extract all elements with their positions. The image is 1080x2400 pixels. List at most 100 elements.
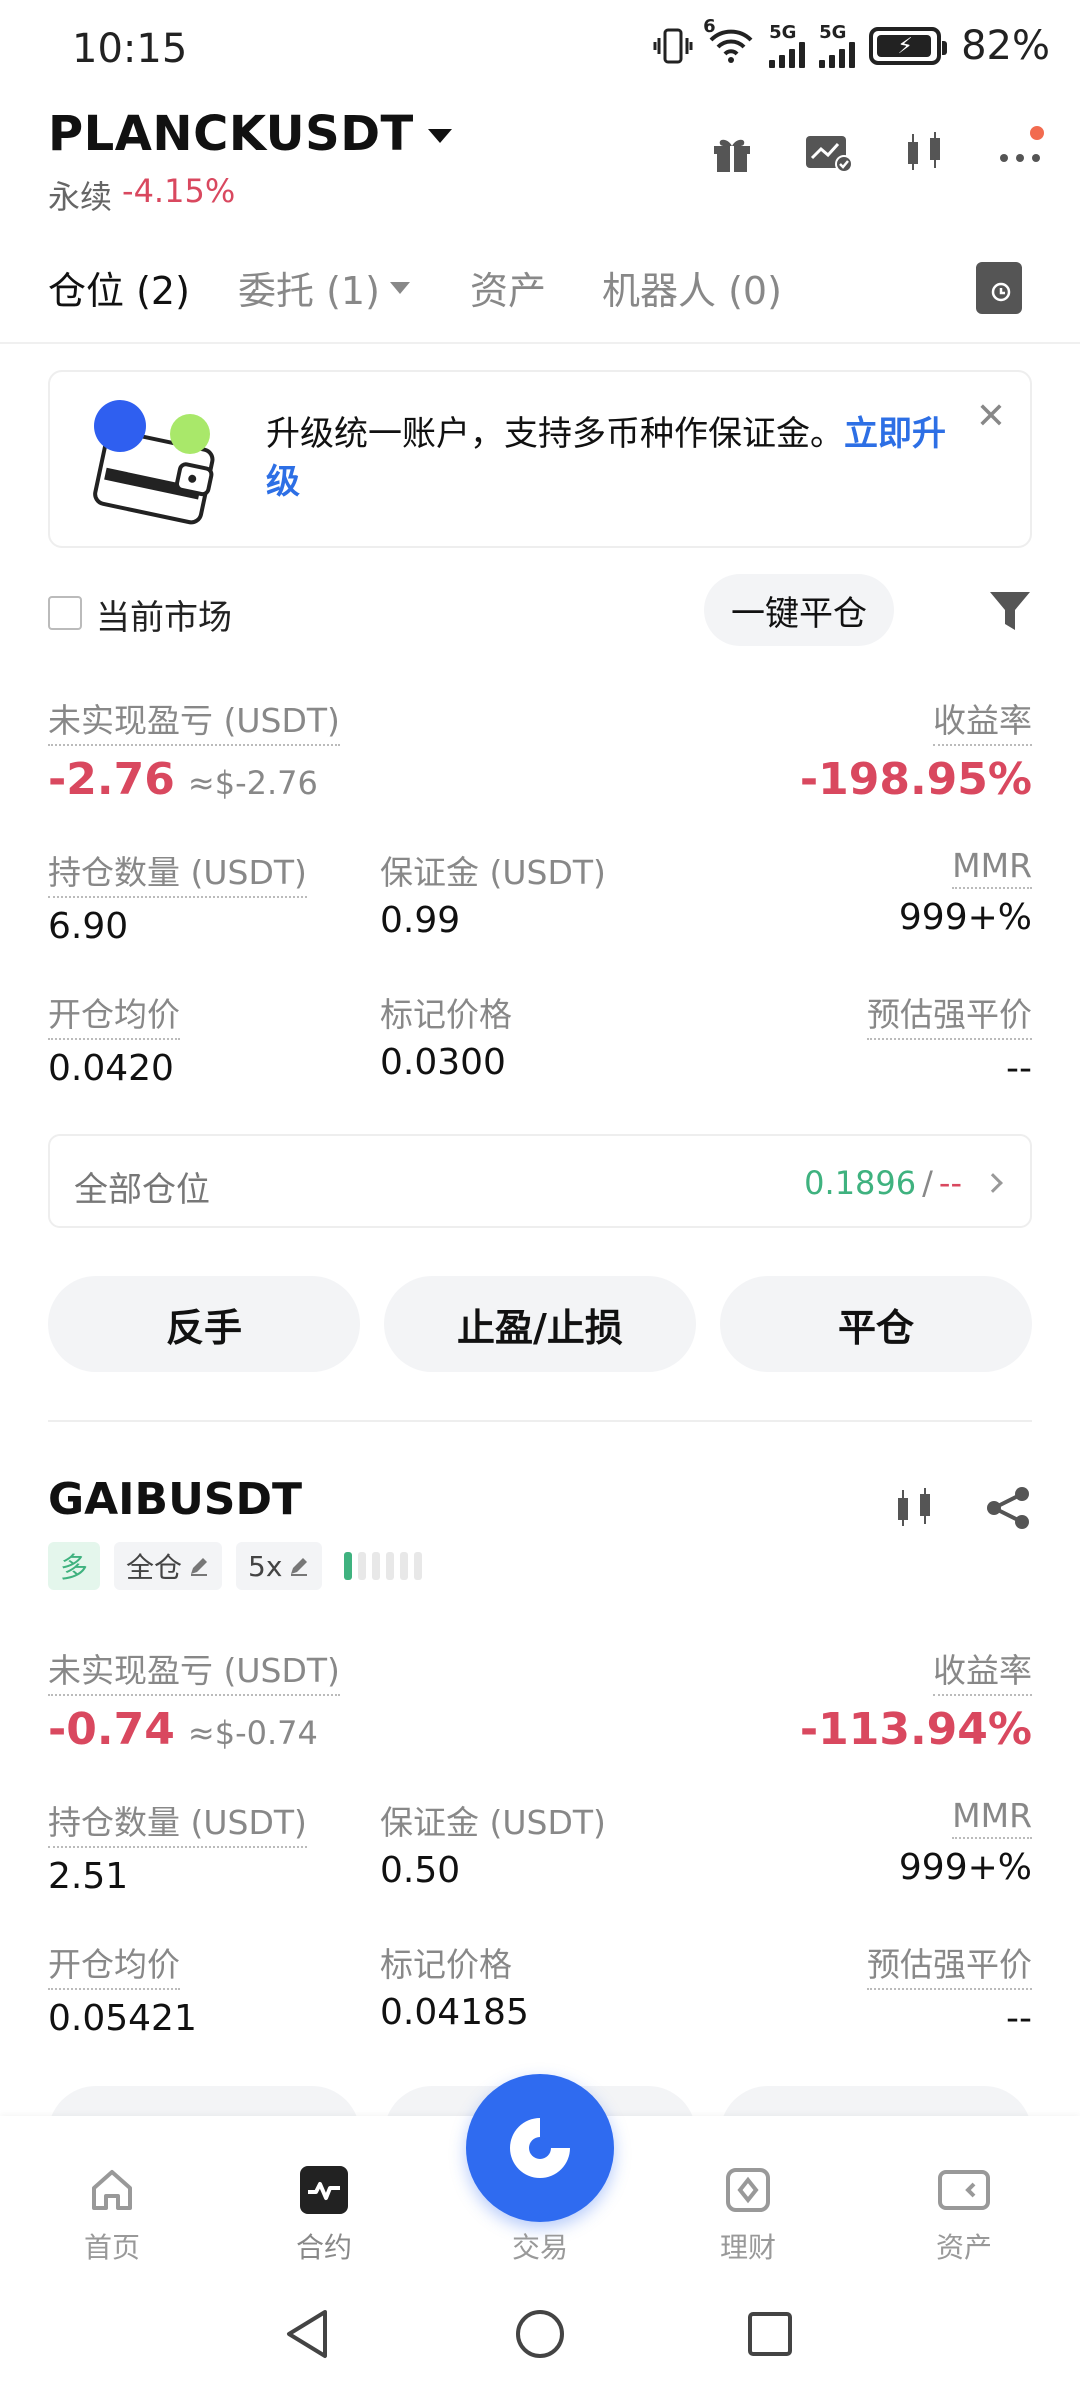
- leverage-label[interactable]: 5x: [248, 1550, 282, 1583]
- roe-label[interactable]: 收益率: [933, 694, 1032, 746]
- upgrade-banner[interactable]: 升级统一账户，支持多币种作保证金。立即升级 ✕: [48, 370, 1032, 548]
- close-icon[interactable]: ✕: [976, 396, 1006, 437]
- tab-assets[interactable]: 资产: [470, 260, 546, 315]
- nav-home-label[interactable]: 首页: [52, 2226, 172, 2266]
- candlestick-icon[interactable]: [894, 122, 954, 182]
- divider: [48, 1420, 1032, 1422]
- trade-button[interactable]: [466, 2074, 614, 2222]
- unrealized-pnl-usd: ≈$-2.76: [187, 764, 318, 802]
- current-market-checkbox[interactable]: [48, 596, 82, 630]
- tab-assets-label[interactable]: 资产: [470, 260, 546, 315]
- filter-row: 当前市场 一键平仓: [48, 574, 1032, 650]
- gift-icon[interactable]: [702, 122, 762, 182]
- banner-text: 升级统一账户，支持多币种作保证金。立即升级: [266, 410, 966, 506]
- all-positions-values: 0.1896 / --: [804, 1164, 1003, 1202]
- tab-positions[interactable]: 仓位 (2): [48, 260, 190, 315]
- nav-earn[interactable]: 理财: [688, 2162, 808, 2266]
- nav-futures-label[interactable]: 合约: [264, 2226, 384, 2266]
- symbol-name[interactable]: PLANCKUSDT: [48, 106, 414, 162]
- size-label[interactable]: 持仓数量 (USDT): [48, 846, 307, 898]
- chevron-down-icon[interactable]: [427, 129, 452, 143]
- size-label[interactable]: 持仓数量 (USDT): [48, 1796, 307, 1848]
- leverage-badge[interactable]: 5x: [236, 1542, 323, 1590]
- nav-trade-label[interactable]: 交易: [466, 2226, 614, 2266]
- status-bar: 10:15 6 5G 5G ⚡ 82%: [0, 0, 1080, 100]
- edit-icon: [291, 1558, 308, 1576]
- size-value: 6.90: [48, 906, 129, 947]
- current-market-label[interactable]: 当前市场: [96, 590, 232, 639]
- position-symbol[interactable]: GAIBUSDT: [48, 1474, 302, 1525]
- all-positions-row[interactable]: 全部仓位 0.1896 / --: [48, 1134, 1032, 1228]
- liq-price-value: --: [1006, 1048, 1032, 1089]
- mark-price-label: 标记价格: [380, 1945, 512, 1984]
- nav-assets[interactable]: 资产: [904, 2162, 1024, 2266]
- earn-icon[interactable]: [720, 2162, 776, 2218]
- share-icon[interactable]: [984, 1484, 1032, 1536]
- tp-sl-button[interactable]: 止盈/止损: [384, 1276, 696, 1372]
- entry-price-value: 0.05421: [48, 1998, 197, 2039]
- nav-assets-label[interactable]: 资产: [904, 2226, 1024, 2266]
- close-position-button[interactable]: 平仓: [720, 1276, 1032, 1372]
- close-all-button[interactable]: 一键平仓: [704, 574, 894, 646]
- tab-bots-label[interactable]: 机器人 (0): [602, 260, 782, 315]
- vibrate-icon: [653, 22, 693, 70]
- unrealized-pnl-label[interactable]: 未实现盈亏 (USDT): [48, 694, 340, 746]
- mmr-label[interactable]: MMR: [952, 846, 1032, 889]
- pnl-row: 未实现盈亏 (USDT) -0.74 ≈$-0.74 收益率 -113.94%: [48, 1644, 1032, 1755]
- market-header: PLANCKUSDT 永续 -4.15%: [0, 100, 1080, 230]
- wifi-badge: 6: [703, 16, 716, 37]
- back-icon[interactable]: [278, 2304, 338, 2364]
- mmr-value: 999+%: [898, 1847, 1032, 1888]
- battery-icon: ⚡: [869, 27, 948, 65]
- roe-value: -198.95%: [799, 754, 1032, 805]
- history-icon[interactable]: [976, 262, 1022, 314]
- risk-level-bars: [344, 1552, 423, 1580]
- assets-icon[interactable]: [936, 2162, 992, 2218]
- recents-icon[interactable]: [740, 2304, 800, 2364]
- battery-percent: 82%: [961, 23, 1050, 69]
- side-badge: 多: [48, 1542, 101, 1590]
- contract-type: 永续: [48, 178, 113, 216]
- margin-mode-badge[interactable]: 全仓: [114, 1542, 223, 1590]
- mmr-label[interactable]: MMR: [952, 1796, 1032, 1839]
- entry-price-label[interactable]: 开仓均价: [48, 988, 180, 1040]
- system-nav: [0, 2280, 1080, 2400]
- price-row: 开仓均价 0.05421 标记价格 0.04185 预估强平价 --: [48, 1938, 1032, 2039]
- symbol-subinfo: 永续 -4.15%: [48, 172, 235, 218]
- margin-value: 0.99: [380, 900, 461, 941]
- tab-orders[interactable]: 委托 (1): [238, 260, 410, 315]
- candlestick-icon[interactable]: [890, 1484, 938, 1536]
- size-row: 持仓数量 (USDT) 2.51 保证金 (USDT) 0.50 MMR 999…: [48, 1796, 1032, 1897]
- roe-label[interactable]: 收益率: [933, 1644, 1032, 1696]
- reverse-button[interactable]: 反手: [48, 1276, 360, 1372]
- chart-check-icon[interactable]: [798, 122, 858, 182]
- signal-1: 5G: [769, 22, 806, 70]
- margin-mode-label[interactable]: 全仓: [126, 1546, 182, 1586]
- futures-icon[interactable]: [296, 2162, 352, 2218]
- liq-price-label[interactable]: 预估强平价: [867, 1938, 1032, 1990]
- mark-price-value: 0.04185: [380, 1992, 529, 2033]
- liq-price-label[interactable]: 预估强平价: [867, 988, 1032, 1040]
- trade-icon: [510, 2118, 570, 2178]
- signal-2: 5G: [819, 22, 856, 70]
- edit-icon: [191, 1558, 208, 1576]
- unrealized-pnl-value: -0.74: [48, 1704, 175, 1755]
- chevron-down-icon[interactable]: [389, 281, 410, 294]
- symbol-selector[interactable]: PLANCKUSDT: [48, 106, 452, 162]
- home-icon[interactable]: [84, 2162, 140, 2218]
- nav-home[interactable]: 首页: [52, 2162, 172, 2266]
- home-circle-icon[interactable]: [510, 2304, 570, 2364]
- unrealized-pnl-label[interactable]: 未实现盈亏 (USDT): [48, 1644, 340, 1696]
- position-header-actions: [890, 1484, 1032, 1536]
- tab-bots[interactable]: 机器人 (0): [602, 260, 782, 315]
- tab-orders-label[interactable]: 委托 (1): [238, 260, 380, 315]
- entry-price-label[interactable]: 开仓均价: [48, 1938, 180, 1990]
- filter-icon[interactable]: [988, 588, 1032, 636]
- nav-earn-label[interactable]: 理财: [688, 2226, 808, 2266]
- tab-positions-label[interactable]: 仓位 (2): [48, 260, 190, 315]
- pnl-row: 未实现盈亏 (USDT) -2.76 ≈$-2.76 收益率 -198.95%: [48, 694, 1032, 805]
- status-icons: 6 5G 5G ⚡ 82%: [653, 16, 1050, 70]
- more-icon[interactable]: [990, 122, 1050, 182]
- margin-label: 保证金 (USDT): [380, 1803, 606, 1842]
- nav-futures[interactable]: 合约: [264, 2162, 384, 2266]
